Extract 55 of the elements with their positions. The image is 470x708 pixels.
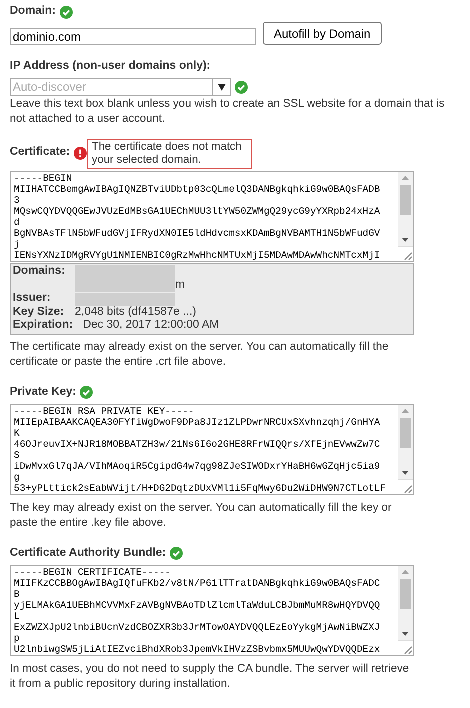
dropdown-button[interactable] <box>213 78 231 96</box>
scrollbar-thumb[interactable] <box>400 418 411 448</box>
code-line: -----BEGIN CERTIFICATE----- <box>14 566 171 578</box>
ip-input[interactable]: Auto-discover <box>10 78 213 96</box>
detail-value: m <box>175 278 185 292</box>
code-line: B <box>14 588 20 600</box>
code-line: L <box>14 610 20 622</box>
code-line: MIIHATCCBemgAwIBAgIQNZBTviUDbtp03cQLmelQ3DANBgkqhkiG9w0BAQsFADB <box>14 184 380 195</box>
code-line: iDwMvxGl7qJA/VIhMAoqiR5CgipdG4w7qg98ZJeSIWODxrYHaBH6wGZqHjc5ia9 <box>14 460 380 472</box>
field-label: Domain: <box>10 4 56 20</box>
help-text: In most cases, you do not need to supply the CA bundle. The server will retrieve it from a public repository during installation. <box>10 662 410 692</box>
field-label: IP Address (non-user domains only): <box>10 59 211 74</box>
code-line: IENsYXNzIDMgRVYgU1NMIENBIC0gRzMwHhcNMTUxMjI5MDAwMDAwWhcNMTcxMjI <box>14 250 380 261</box>
code-line: yjELMAkGA1UEBhMCVVMxFzAVBgNVBAoTDlZlcmlTaWduLCBJbmMuMR8wHQYDVQQ <box>14 600 380 610</box>
code-line: U2lnbiwgSW5jLiAtIEZvciBhdXRob3JpemVkIHVzZSBvbmx5MUUwQwYDVQQDEzx <box>14 644 380 654</box>
help-text: Leave this text box blank unless you wish to create an SSL website for a domain that is not attached to a user account. <box>10 97 446 127</box>
code-line: ExZWZXJpU2lnbiBUcnVzdCBOZXR3b3JrMTowOAYDVQQLEzEoYykgMjAwNiBWZXJ <box>14 622 380 632</box>
autofill-button[interactable]: Autofill by Domain <box>263 22 382 45</box>
detail-label: Issuer: <box>13 292 52 306</box>
text-area[interactable] <box>10 171 414 262</box>
code-line: d <box>14 217 20 228</box>
code-line: S <box>14 450 20 460</box>
code-line: g <box>14 472 20 482</box>
code-line: MIIEpAIBAAKCAQEA30FYfiWgDwoF9DPa8JIz1ZLPDwrNRCUxSXvhnzqhj/GnHYA <box>14 416 380 428</box>
scrollbar-thumb[interactable] <box>400 578 411 608</box>
resize-grip-icon[interactable] <box>404 646 413 654</box>
detail-label: Expiration: <box>13 319 74 332</box>
resize-grip-icon[interactable] <box>404 252 413 261</box>
scrollbar-thumb[interactable] <box>400 185 411 215</box>
tooltip: The certificate does not match your selected domain. <box>87 139 252 169</box>
detail-value: Dec 30, 2017 12:00:00 AM <box>83 319 220 332</box>
detail-label: Key Size: <box>13 306 65 319</box>
code-line: -----BEGIN RSA PRIVATE KEY----- <box>14 406 194 416</box>
resize-grip-icon[interactable] <box>404 484 413 494</box>
field-label: Private Key: <box>10 384 76 400</box>
text-area[interactable] <box>10 404 414 494</box>
field-label: Certificate: <box>10 145 70 160</box>
code-line: MIIFKzCCBBOgAwIBAgIQfuFKb2/v8tN/P61lTTratDANBgkqhkiG9w0BAQsFADC <box>14 578 380 588</box>
code-line: j <box>14 239 20 250</box>
field-label: Certificate Authority Bundle: <box>10 546 166 561</box>
code-line: MQswCQYDVQQGEwJVUzEdMBsGA1UEChMUU3ltYW50ZWMgQ29ycG9yYXRpb24xHzA <box>14 206 380 217</box>
dropdown-caret-icon <box>218 84 226 90</box>
text-area[interactable] <box>10 564 414 656</box>
code-line: K <box>14 428 20 438</box>
detail-label: Domains: <box>13 265 66 279</box>
code-line: p <box>14 632 20 644</box>
code-line: -----BEGIN <box>14 173 72 184</box>
code-line: BgNVBAsTFlN5bWFudGVjIFRydXN0IE5ldHdvcmsxKDAmBgNVBAMTH1N5bWFudGV <box>14 228 380 239</box>
detail-value: 2,048 bits (df41587e ...) <box>75 306 196 319</box>
code-line: 46OJreuvIX+NJR18MOBBATZH3w/21Ns6I6o2GHE8RFrWIQQrs/XfEjnEVwwZw7C <box>14 438 380 450</box>
code-line: 53+yPLttick2sEabWVijt/H+DG2DqtzDUxVMl1i5FqMwy6Du2WiDHW9N7CTLotLF <box>14 482 386 494</box>
code-line: 3 <box>14 195 20 206</box>
domain-input[interactable]: dominio.com <box>10 28 256 45</box>
help-text: The certificate may already exist on the server. You can automatically fill the certificate or paste the entire .crt file above. <box>10 340 390 370</box>
help-text: The key may already exist on the server. You can automatically fill the key or paste the entire .key file above. <box>10 500 393 530</box>
